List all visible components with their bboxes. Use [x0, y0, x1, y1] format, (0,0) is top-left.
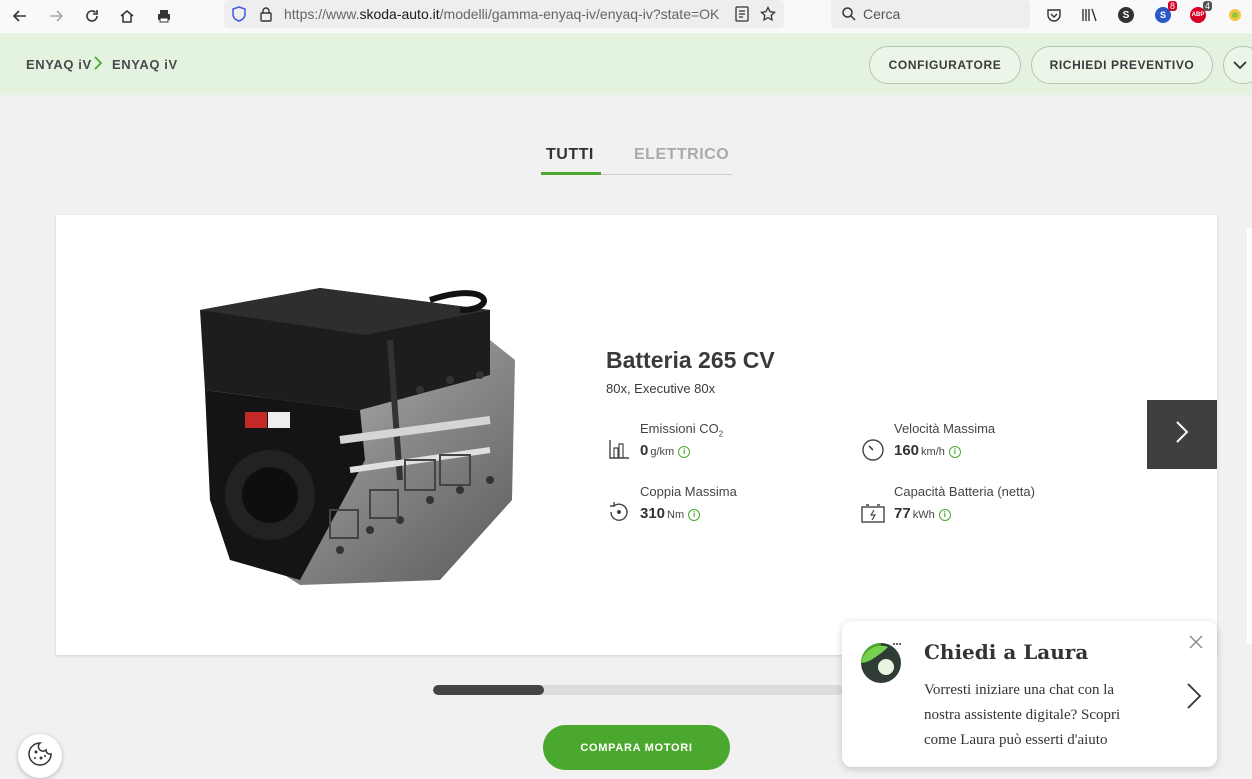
reader-view-icon[interactable]: [732, 4, 752, 24]
cookie-settings-button[interactable]: [18, 734, 62, 778]
engine-subtitle: 80x, Executive 80x: [606, 381, 716, 396]
account-icon[interactable]: S: [1116, 5, 1136, 25]
back-icon[interactable]: [8, 4, 32, 28]
expand-menu-button[interactable]: [1223, 46, 1252, 84]
info-icon[interactable]: i: [688, 509, 701, 521]
reload-icon[interactable]: [80, 4, 104, 28]
torque-value: 310: [640, 505, 666, 522]
battery-icon: [860, 501, 886, 527]
adblock-icon[interactable]: ABP 4: [1188, 1, 1212, 25]
adblock-badge: 4: [1202, 1, 1212, 11]
url-text: https://www.skoda-auto.it/modelli/gamma-…: [284, 6, 720, 22]
breadcrumb-current[interactable]: ENYAQ iV: [112, 57, 178, 72]
spec-value-torque: 310 Nm i: [640, 505, 701, 522]
spec-value-emissions: 0 g/km i: [640, 442, 691, 459]
spec-label-emissions: Emissioni CO2: [640, 421, 723, 439]
chat-title: Chiedi a Laura: [924, 640, 1089, 664]
chevron-right-icon[interactable]: [1185, 681, 1203, 711]
richiedi-preventivo-button[interactable]: RICHIEDI PREVENTIVO: [1031, 46, 1213, 84]
engine-title: Batteria 265 CV: [606, 347, 775, 373]
torque-unit: Nm: [667, 509, 685, 521]
cookie-icon: [27, 741, 53, 772]
tab-elettrico[interactable]: ELETTRICO: [634, 146, 729, 164]
emissions-value: 0: [640, 442, 649, 459]
spec-label-battery: Capacità Batteria (netta): [894, 484, 1035, 499]
battery-value: 77: [894, 505, 911, 522]
url-bar[interactable]: https://www.skoda-auto.it/modelli/gamma-…: [224, 0, 784, 28]
speedometer-icon: [860, 437, 886, 463]
battery-unit: kWh: [912, 509, 935, 521]
browser-toolbar: https://www.skoda-auto.it/modelli/gamma-…: [0, 0, 1252, 33]
search-icon: [839, 4, 859, 24]
laura-avatar-icon: [858, 639, 904, 685]
chat-text: Vorresti iniziare una chat con la nostra…: [924, 682, 1121, 748]
chevron-right-icon: [1174, 419, 1190, 450]
emissions-icon: [606, 436, 632, 462]
close-icon[interactable]: [1187, 633, 1205, 651]
account-label: S: [1118, 7, 1134, 23]
search-bar[interactable]: Cerca: [831, 0, 1030, 28]
carousel-progress-fill: [433, 685, 544, 695]
bookmark-star-icon[interactable]: [758, 4, 778, 24]
active-tab-indicator: [541, 172, 601, 175]
info-icon[interactable]: i: [678, 446, 691, 458]
spec-value-battery: 77 kWh i: [894, 505, 951, 522]
chevron-right-icon: [93, 55, 103, 76]
print-icon[interactable]: [152, 4, 176, 28]
info-icon[interactable]: i: [948, 446, 961, 458]
emissions-unit: g/km: [650, 446, 675, 458]
spec-value-speed: 160 km/h i: [894, 442, 961, 459]
tab-tutti[interactable]: TUTTI: [546, 146, 594, 164]
lock-icon[interactable]: [256, 4, 276, 24]
extension-s-icon[interactable]: S 8: [1153, 1, 1177, 25]
compara-motori-button[interactable]: COMPARA MOTORI: [543, 725, 730, 770]
carousel-progress[interactable]: [433, 685, 843, 695]
shield-icon[interactable]: [229, 4, 249, 24]
info-icon[interactable]: i: [938, 509, 951, 521]
chat-popup[interactable]: Chiedi a Laura Vorresti iniziare una cha…: [842, 621, 1217, 767]
torque-icon: [606, 499, 632, 525]
configuratore-button[interactable]: CONFIGURATORE: [869, 46, 1021, 84]
search-input[interactable]: Cerca: [863, 6, 900, 22]
next-card-peek: [1247, 228, 1252, 644]
emissions-label-text: Emissioni CO: [640, 421, 719, 436]
extension-badge: 8: [1167, 1, 1177, 11]
speed-value: 160: [894, 442, 920, 459]
chevron-down-icon: [1232, 57, 1248, 76]
home-icon[interactable]: [115, 4, 139, 28]
spec-label-speed: Velocità Massima: [894, 421, 996, 436]
engine-image: [190, 280, 520, 590]
library-icon[interactable]: [1080, 5, 1100, 25]
spec-label-torque: Coppia Massima: [640, 484, 737, 499]
pocket-icon[interactable]: [1044, 5, 1064, 25]
emissions-label-sub: 2: [718, 429, 724, 439]
breadcrumb-item[interactable]: ENYAQ iV: [26, 57, 92, 72]
forward-icon[interactable]: [44, 4, 68, 28]
carousel-next-button[interactable]: [1147, 400, 1217, 469]
speed-unit: km/h: [921, 446, 945, 458]
color-picker-icon[interactable]: [1225, 5, 1245, 25]
site-header: ENYAQ iV ENYAQ iV CONFIGURATORE RICHIEDI…: [0, 33, 1252, 95]
